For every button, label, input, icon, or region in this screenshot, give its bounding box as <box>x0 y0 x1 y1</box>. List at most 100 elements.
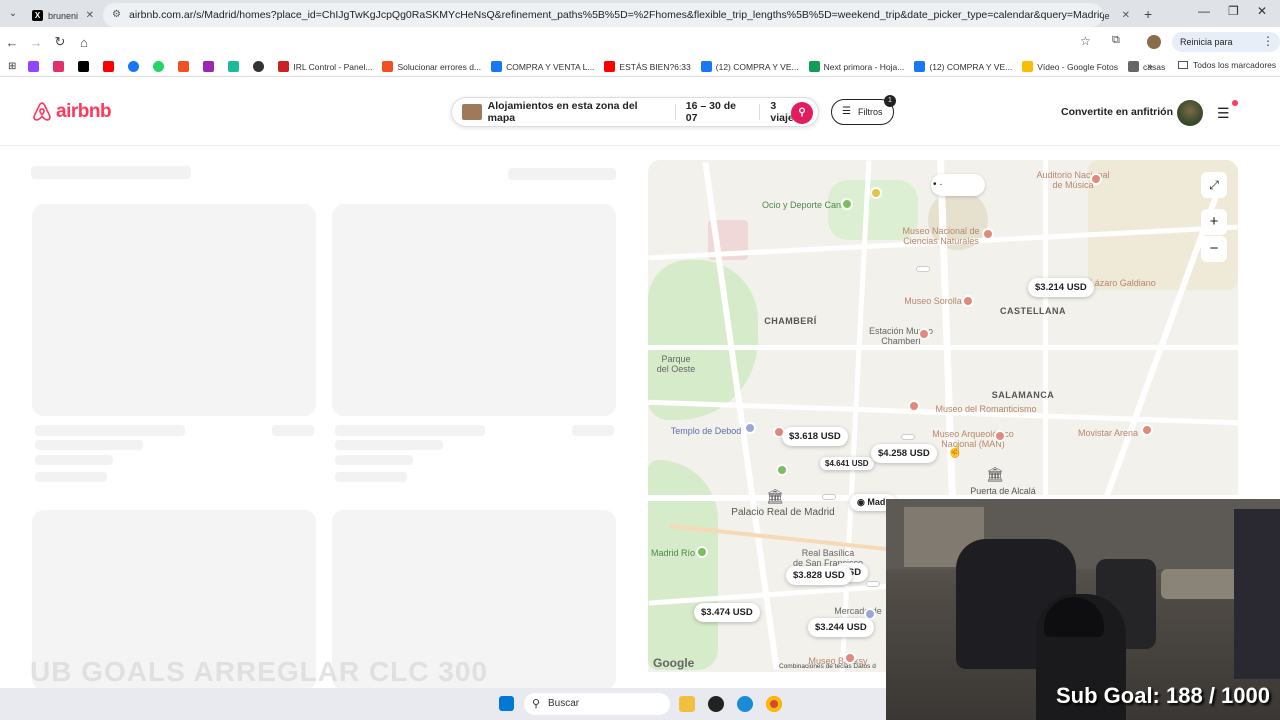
tab-close-icon[interactable]: ✕ <box>86 10 94 21</box>
home-button[interactable]: ⌂ <box>72 35 96 50</box>
browser-tab[interactable]: Xbruneni ✕ <box>26 5 100 27</box>
hamburger-menu-icon[interactable]: ☰ <box>1217 105 1230 122</box>
twitch-bookmark-icon[interactable] <box>28 61 43 72</box>
browser-menu-icon[interactable]: ⋮ <box>1262 34 1274 48</box>
tab-close-icon[interactable]: ✕ <box>1122 10 1130 21</box>
url-input[interactable]: ⚙ airbnb.com.ar/s/Madrid/homes?place_id=… <box>103 3 1103 27</box>
price-marker[interactable]: $3.618 USD <box>782 427 848 446</box>
bookmark-favicon-icon <box>382 61 394 72</box>
listing-dot[interactable] <box>822 494 836 500</box>
poi-pin[interactable] <box>1090 173 1102 185</box>
start-menu-icon[interactable] <box>499 696 514 711</box>
price-marker[interactable]: $3.474 USD <box>694 603 760 622</box>
listing-text-skeleton <box>272 425 314 436</box>
poi-pin[interactable] <box>908 400 920 412</box>
price-marker[interactable]: $3.214 USD <box>1028 278 1094 297</box>
poi-pin[interactable] <box>744 422 756 434</box>
poi-pin[interactable] <box>982 228 994 240</box>
listing-dot[interactable] <box>901 434 915 440</box>
map-label: Puerta de Alcalá <box>970 486 1036 496</box>
poi-pin[interactable] <box>918 328 930 340</box>
poi-pin[interactable] <box>841 198 853 210</box>
airbnb-logo[interactable]: airbnb <box>31 101 112 123</box>
facebook-bookmark-icon[interactable] <box>128 61 143 72</box>
extensions-icon[interactable]: ⧉ <box>1112 34 1120 47</box>
more-bookmarks-icon[interactable]: » <box>1147 61 1153 72</box>
expand-map-icon[interactable]: ⤢ <box>1201 172 1227 198</box>
edge-icon[interactable] <box>737 696 753 712</box>
search-dates[interactable]: 16 – 30 de 07 <box>686 100 750 124</box>
forward-button[interactable]: → <box>24 35 48 50</box>
price-marker[interactable]: $4.641 USD <box>820 457 874 470</box>
whatsapp-bookmark-icon[interactable] <box>153 61 168 72</box>
search-bar[interactable]: Alojamientos en esta zona del mapa 16 – … <box>451 97 819 127</box>
reload-button[interactable]: ↻ <box>48 34 72 50</box>
poi-pin[interactable] <box>994 430 1006 442</box>
bookmark-item[interactable]: (12) COMPRA Y VE... <box>914 61 1012 72</box>
price-marker[interactable]: $4.258 USD <box>871 444 937 463</box>
bookmark-item[interactable]: (12) COMPRA Y VE... <box>700 61 799 72</box>
filters-sliders-icon: ☰ <box>842 106 851 117</box>
listing-text-skeleton <box>335 455 413 465</box>
microsoft-bookmark-icon[interactable] <box>178 61 193 72</box>
site-info-icon[interactable]: ⚙ <box>112 3 121 27</box>
price-marker[interactable]: $3.244 USD <box>808 618 874 637</box>
poi-pin[interactable] <box>962 295 974 307</box>
profile-avatar-icon[interactable] <box>1147 35 1161 49</box>
taskbar-search-input[interactable]: ⚲ Buscar <box>524 693 670 715</box>
tab-search-icon[interactable]: ⌄ <box>0 8 26 19</box>
instagram-bookmark-icon[interactable] <box>53 61 68 72</box>
poi-pin[interactable] <box>1141 424 1153 436</box>
bot-bookmark-icon[interactable] <box>228 61 243 72</box>
obs-icon[interactable] <box>708 696 724 712</box>
listing-dot[interactable] <box>866 581 880 587</box>
bookmark-favicon-icon <box>1128 61 1139 72</box>
bookmark-favicon-icon <box>604 61 616 72</box>
poi-pin[interactable] <box>696 546 708 558</box>
become-host-link[interactable]: Convertite en anfitrión <box>1061 106 1173 118</box>
all-bookmarks-folder[interactable]: Todos los marcadores <box>1178 60 1276 70</box>
globe-bookmark-icon[interactable] <box>253 61 268 72</box>
new-tab-button[interactable]: + <box>1144 6 1152 22</box>
bookmark-item[interactable]: ESTÁS BIEN?6:33 <box>604 61 691 72</box>
photo-bookmark-icon[interactable] <box>203 61 218 72</box>
close-window-icon[interactable]: ✕ <box>1257 4 1267 18</box>
monument-icon: 🏛 <box>986 466 1004 482</box>
google-logo: Google <box>653 656 695 670</box>
zoom-in-button[interactable]: + <box>1201 209 1227 235</box>
filters-button[interactable]: ☰ Filtros 1 <box>831 95 896 125</box>
poi-pin[interactable] <box>776 464 788 476</box>
bookmark-item[interactable]: COMPRA Y VENTA L... <box>491 61 594 72</box>
chrome-icon[interactable] <box>766 696 782 712</box>
windows-taskbar: ⚲ Buscar <box>0 688 886 720</box>
search-location[interactable]: Alojamientos en esta zona del mapa <box>488 100 665 124</box>
restore-icon[interactable]: ❐ <box>1228 4 1239 18</box>
search-icon[interactable]: ⚲ <box>791 102 813 124</box>
bookmark-star-icon[interactable]: ☆ <box>1080 34 1091 48</box>
bookmark-label: (12) COMPRA Y VE... <box>715 61 799 72</box>
bookmark-item[interactable]: Next primora - Hoja... <box>808 61 904 72</box>
poi-pin[interactable] <box>870 187 882 199</box>
listing-text-skeleton <box>335 472 407 482</box>
user-avatar[interactable] <box>1177 100 1203 126</box>
zoom-out-button[interactable]: − <box>1201 236 1227 262</box>
airbnb-logo-text: airbnb <box>56 101 112 122</box>
price-marker[interactable]: $3.828 USD <box>786 566 852 585</box>
apps-grid-icon[interactable]: ⊞ <box>8 61 16 72</box>
bookmark-item[interactable]: Solucionar errores d... <box>382 61 481 72</box>
youtube-bookmark-icon[interactable] <box>103 61 118 72</box>
bookmark-list: IRL Control - Panel... Solucionar errores… <box>278 61 1175 72</box>
x-bookmark-icon[interactable] <box>78 61 93 72</box>
bookmark-item[interactable]: Vídeo - Google Fotos <box>1022 61 1118 72</box>
minimize-icon[interactable]: — <box>1198 4 1210 18</box>
listing-text-skeleton <box>35 425 185 436</box>
bookmark-label: Vídeo - Google Fotos <box>1037 61 1118 72</box>
taskbar-search-label: Buscar <box>548 698 580 709</box>
bookmark-favicon-icon <box>278 61 290 72</box>
file-explorer-icon[interactable] <box>679 696 695 712</box>
listing-dot[interactable] <box>916 266 930 272</box>
bookmark-item[interactable]: IRL Control - Panel... <box>278 61 372 72</box>
bookmark-label: Solucionar errores d... <box>397 61 482 72</box>
back-button[interactable]: ← <box>0 35 24 50</box>
map-attribution[interactable]: Combinaciones de teclas Datos d <box>779 663 876 670</box>
